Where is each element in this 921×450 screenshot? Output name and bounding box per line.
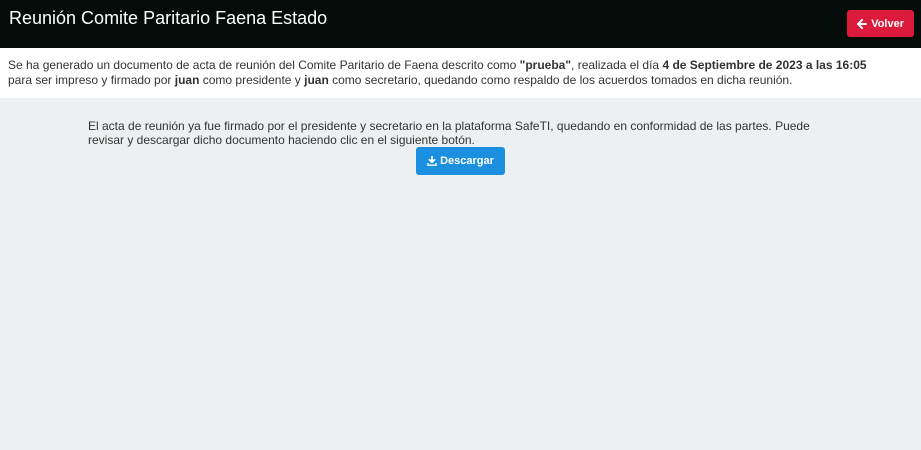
- back-button-label: Volver: [871, 17, 904, 30]
- download-button-label: Descargar: [440, 155, 494, 167]
- info-text: para ser impreso y firmado por: [8, 73, 175, 87]
- back-button[interactable]: Volver: [847, 10, 914, 37]
- info-text: Se ha generado un documento de acta de r…: [8, 58, 520, 72]
- download-icon: [427, 156, 437, 166]
- info-text: , realizada el día: [571, 58, 663, 72]
- page-title: Reunión Comite Paritario Faena Estado: [9, 8, 328, 28]
- arrow-left-icon: [857, 18, 868, 29]
- signed-message: El acta de reunión ya fue firmado por el…: [88, 119, 810, 147]
- info-panel: Se ha generado un documento de acta de r…: [0, 48, 921, 98]
- download-button[interactable]: Descargar: [416, 147, 505, 175]
- info-text: como secretario, quedando como respaldo …: [328, 73, 793, 87]
- top-bar: Reunión Comite Paritario Faena Estado Vo…: [0, 0, 921, 48]
- signed-message-section: El acta de reunión ya fue firmado por el…: [88, 119, 833, 175]
- document-description: "prueba": [519, 58, 572, 72]
- meeting-datetime: 4 de Septiembre de 2023 a las 16:05: [662, 58, 867, 72]
- info-text: como presidente y: [199, 73, 305, 87]
- president-name: juan: [174, 73, 200, 87]
- secretary-name: juan: [304, 73, 329, 87]
- download-actions: Descargar: [88, 147, 833, 175]
